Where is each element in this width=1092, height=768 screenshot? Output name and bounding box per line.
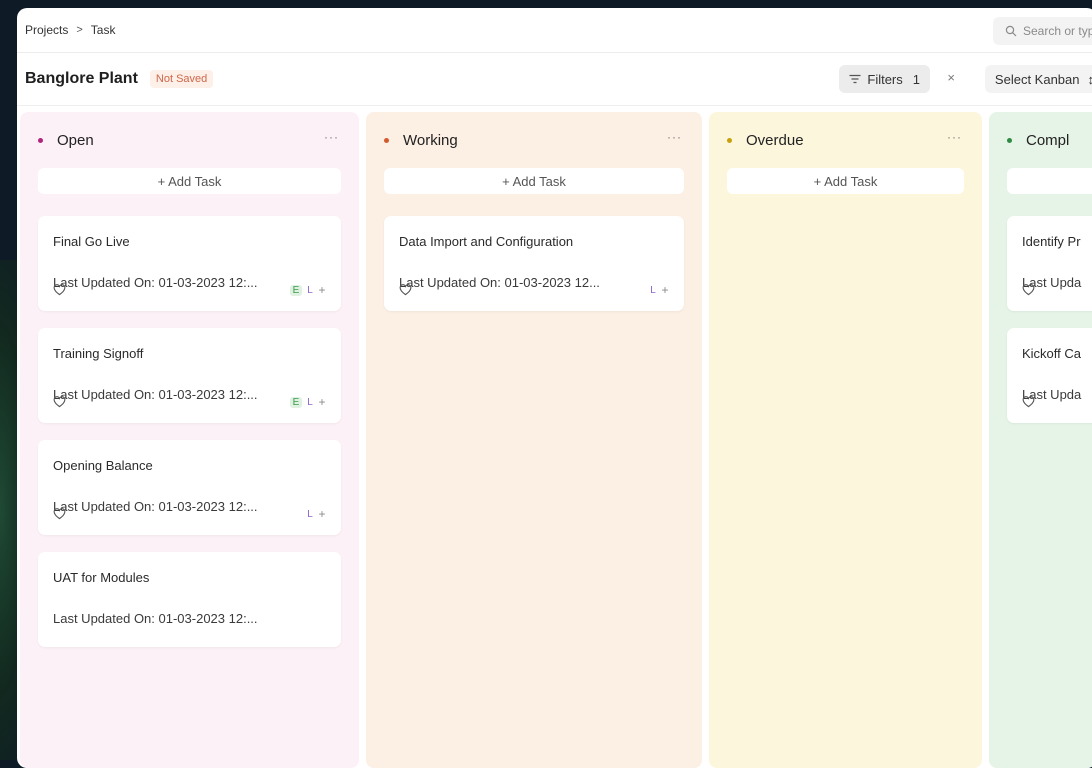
column-title: Open: [57, 132, 94, 149]
column-title: Working: [403, 132, 458, 149]
kanban-board: Open ··· + Add Task Final Go Live Last U…: [17, 112, 1092, 768]
card-footer: L +: [399, 283, 669, 299]
breadcrumb-separator: >: [76, 24, 82, 36]
card-title: UAT for Modules: [53, 570, 326, 585]
card-updated: Last Updated On: 01-03-2023 12:...: [53, 611, 326, 626]
card-footer: L +: [53, 507, 326, 523]
task-card[interactable]: Opening Balance Last Updated On: 01-03-2…: [38, 440, 341, 535]
breadcrumb-task[interactable]: Task: [91, 23, 116, 37]
card-footer: [1022, 395, 1092, 411]
card-title: Data Import and Configuration: [399, 234, 669, 249]
card-title: Final Go Live: [53, 234, 326, 249]
assignee-avatar: L: [306, 397, 314, 408]
assignee-avatar: L: [649, 285, 657, 296]
card-footer: E L +: [53, 283, 326, 299]
assignee-avatar: E: [290, 397, 302, 408]
add-task-button[interactable]: [1007, 168, 1092, 194]
card-list: Identify Pr Last Upda Kickoff Ca Last Up…: [989, 216, 1092, 423]
card-title: Opening Balance: [53, 458, 326, 473]
task-card[interactable]: Data Import and Configuration Last Updat…: [384, 216, 684, 311]
task-card[interactable]: Identify Pr Last Upda: [1007, 216, 1092, 311]
search-placeholder: Search or typ: [1023, 24, 1092, 38]
column-header: Overdue ···: [709, 112, 982, 168]
add-task-button[interactable]: + Add Task: [727, 168, 964, 194]
heart-icon[interactable]: [1022, 395, 1035, 408]
heart-icon[interactable]: [53, 507, 66, 520]
assignees: L +: [649, 283, 669, 297]
app-window: Projects > Task Search or typ Banglore P…: [17, 8, 1092, 768]
heart-icon[interactable]: [1022, 283, 1035, 296]
breadcrumb-projects[interactable]: Projects: [25, 23, 68, 37]
more-icon[interactable]: ···: [324, 130, 339, 144]
column-complete: Compl Identify Pr Last Upda Kickoff Ca L…: [989, 112, 1092, 768]
add-assignee-icon[interactable]: +: [318, 395, 326, 409]
assignees: E L +: [290, 395, 326, 409]
assignee-avatar: L: [306, 509, 314, 520]
column-title: Overdue: [746, 132, 804, 149]
status-dot: [1007, 138, 1012, 143]
assignee-avatar: E: [290, 285, 302, 296]
column-header: Compl: [989, 112, 1092, 168]
top-bar: Projects > Task Search or typ: [17, 8, 1092, 53]
heart-icon[interactable]: [399, 283, 412, 296]
add-assignee-icon[interactable]: +: [318, 507, 326, 521]
card-list: Data Import and Configuration Last Updat…: [366, 216, 702, 311]
add-task-button[interactable]: + Add Task: [384, 168, 684, 194]
column-header: Open ···: [20, 112, 359, 168]
select-kanban-dropdown[interactable]: Select Kanban ↕: [985, 65, 1092, 93]
task-card[interactable]: Final Go Live Last Updated On: 01-03-202…: [38, 216, 341, 311]
heart-icon[interactable]: [53, 395, 66, 408]
status-dot: [38, 138, 43, 143]
card-footer: E L +: [53, 395, 326, 411]
column-overdue: Overdue ··· + Add Task: [709, 112, 982, 768]
select-kanban-label: Select Kanban: [995, 72, 1080, 87]
search-input[interactable]: Search or typ: [993, 17, 1092, 45]
heart-icon[interactable]: [53, 283, 66, 296]
assignee-avatar: L: [306, 285, 314, 296]
status-badge: Not Saved: [150, 70, 213, 88]
search-icon: [1005, 25, 1017, 37]
add-assignee-icon[interactable]: +: [318, 283, 326, 297]
filters-button[interactable]: Filters 1: [839, 65, 930, 93]
card-footer: [1022, 283, 1092, 299]
card-title: Training Signoff: [53, 346, 326, 361]
title-bar: Banglore Plant Not Saved Filters 1 × Sel…: [17, 53, 1092, 106]
task-card[interactable]: Kickoff Ca Last Upda: [1007, 328, 1092, 423]
more-icon[interactable]: ···: [667, 130, 682, 144]
filters-label: Filters: [867, 72, 902, 87]
page-title: Banglore Plant: [25, 70, 138, 88]
card-list: Final Go Live Last Updated On: 01-03-202…: [20, 216, 359, 647]
filters-count: 1: [913, 72, 920, 87]
column-working: Working ··· + Add Task Data Import and C…: [366, 112, 702, 768]
card-title: Identify Pr: [1022, 234, 1092, 249]
filter-icon: [849, 74, 861, 84]
status-dot: [727, 138, 732, 143]
task-card[interactable]: Training Signoff Last Updated On: 01-03-…: [38, 328, 341, 423]
clear-filters-icon[interactable]: ×: [947, 70, 955, 85]
status-dot: [384, 138, 389, 143]
card-title: Kickoff Ca: [1022, 346, 1092, 361]
breadcrumb: Projects > Task: [25, 23, 115, 37]
chevron-updown-icon: ↕: [1088, 72, 1092, 87]
more-icon[interactable]: ···: [947, 130, 962, 144]
column-open: Open ··· + Add Task Final Go Live Last U…: [20, 112, 359, 768]
column-header: Working ···: [366, 112, 702, 168]
column-title: Compl: [1026, 132, 1069, 149]
assignees: E L +: [290, 283, 326, 297]
assignees: L +: [306, 507, 326, 521]
add-task-button[interactable]: + Add Task: [38, 168, 341, 194]
task-card[interactable]: UAT for Modules Last Updated On: 01-03-2…: [38, 552, 341, 647]
add-assignee-icon[interactable]: +: [661, 283, 669, 297]
